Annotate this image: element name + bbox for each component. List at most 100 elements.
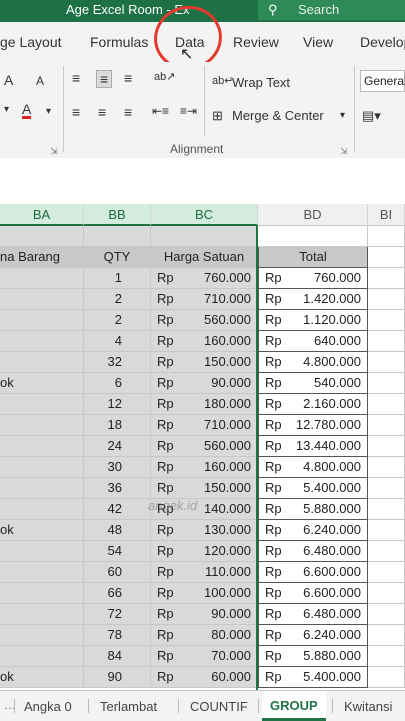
grid-cell[interactable] xyxy=(368,667,405,688)
cell-name[interactable] xyxy=(0,394,84,415)
column-header-bc[interactable]: BC xyxy=(151,204,258,226)
column-header-be[interactable]: BI xyxy=(368,204,405,226)
cell-price[interactable]: Rp 90.000 xyxy=(151,604,258,625)
cell-total[interactable]: Rp 760.000 xyxy=(258,268,368,289)
cell-name[interactable]: ok xyxy=(0,667,84,688)
column-header-bd[interactable]: BD xyxy=(258,204,368,226)
decrease-indent-icon[interactable]: ⇤≡ xyxy=(152,104,169,118)
sheet-tab-kwitansi[interactable]: Kwitansi xyxy=(344,699,392,714)
grid-cell[interactable] xyxy=(368,562,405,583)
cell-name[interactable] xyxy=(0,310,84,331)
grid-cell[interactable] xyxy=(368,247,405,268)
cell-qty[interactable]: 18 xyxy=(84,415,151,436)
grid-cell[interactable] xyxy=(368,226,405,247)
align-bottom-icon[interactable]: ≡ xyxy=(124,70,132,86)
font-color-button[interactable]: A xyxy=(22,102,32,119)
grid-cell[interactable] xyxy=(368,499,405,520)
grid-cell[interactable] xyxy=(368,541,405,562)
cell-total[interactable]: Rp 13.440.000 xyxy=(258,436,368,457)
sheet-tab-countif[interactable]: COUNTIF xyxy=(190,699,248,714)
grid-cell[interactable] xyxy=(258,226,368,247)
cell-total[interactable]: Rp 540.000 xyxy=(258,373,368,394)
worksheet-grid[interactable]: na Barang QTY Harga Satuan Total 1 Rp 760.000 R… xyxy=(0,226,405,690)
cell-qty[interactable]: 54 xyxy=(84,541,151,562)
cell-name[interactable] xyxy=(0,646,84,667)
grid-cell[interactable] xyxy=(151,226,258,247)
grid-cell[interactable] xyxy=(368,394,405,415)
cell-name[interactable] xyxy=(0,268,84,289)
cell-qty[interactable]: 78 xyxy=(84,625,151,646)
column-header-ba[interactable]: BA xyxy=(0,204,84,226)
merge-dropdown-icon[interactable]: ▾ xyxy=(340,110,345,121)
cell-name[interactable] xyxy=(0,562,84,583)
cell-price[interactable]: Rp 760.000 xyxy=(151,268,258,289)
cell-price[interactable]: Rp 180.000 xyxy=(151,394,258,415)
cell-name[interactable] xyxy=(0,331,84,352)
cell-price[interactable]: Rp 70.000 xyxy=(151,646,258,667)
table-header-total[interactable]: Total xyxy=(258,247,368,268)
cell-price[interactable]: Rp 160.000 xyxy=(151,331,258,352)
cell-qty[interactable]: 24 xyxy=(84,436,151,457)
align-right-icon[interactable]: ≡ xyxy=(124,104,132,120)
align-middle-icon[interactable]: ≡ xyxy=(96,70,113,88)
grid-cell[interactable] xyxy=(368,268,405,289)
cell-qty[interactable]: 4 xyxy=(84,331,151,352)
cell-price[interactable]: Rp 560.000 xyxy=(151,310,258,331)
sheet-tab-group[interactable]: GROUP xyxy=(262,691,326,721)
cell-price[interactable]: Rp 110.000 xyxy=(151,562,258,583)
cell-name[interactable] xyxy=(0,541,84,562)
cell-total[interactable]: Rp 640.000 xyxy=(258,331,368,352)
cell-qty[interactable]: 1 xyxy=(84,268,151,289)
cell-qty[interactable]: 12 xyxy=(84,394,151,415)
alignment-dialog-launcher-icon[interactable]: ⇲ xyxy=(340,146,348,157)
font-dialog-launcher-icon[interactable]: ⇲ xyxy=(50,146,58,157)
grid-cell[interactable] xyxy=(368,289,405,310)
cell-price[interactable]: Rp 80.000 xyxy=(151,625,258,646)
cell-total[interactable]: Rp 6.480.000 xyxy=(258,604,368,625)
cell-name[interactable] xyxy=(0,457,84,478)
cell-qty[interactable]: 72 xyxy=(84,604,151,625)
cell-total[interactable]: Rp 2.160.000 xyxy=(258,394,368,415)
cell-price[interactable]: Rp 160.000 xyxy=(151,457,258,478)
sheet-tab-terlambat[interactable]: Terlambat xyxy=(100,699,157,714)
cell-name[interactable] xyxy=(0,352,84,373)
wrap-text-button[interactable]: Wrap Text xyxy=(232,75,290,90)
cell-name[interactable]: ok xyxy=(0,520,84,541)
cell-total[interactable]: Rp 5.880.000 xyxy=(258,499,368,520)
cell-name[interactable] xyxy=(0,415,84,436)
align-left-icon[interactable]: ≡ xyxy=(72,104,80,120)
cell-qty[interactable]: 2 xyxy=(84,289,151,310)
accounting-format-icon[interactable]: ▤▾ xyxy=(362,108,381,124)
tab-page-layout[interactable]: ge Layout xyxy=(0,34,62,50)
search-box[interactable]: ⚲ Search xyxy=(258,0,405,20)
orientation-icon[interactable]: ab↗ xyxy=(154,70,175,83)
cell-name[interactable] xyxy=(0,625,84,646)
cell-name[interactable] xyxy=(0,604,84,625)
cell-qty[interactable]: 2 xyxy=(84,310,151,331)
cell-total[interactable]: Rp 6.600.000 xyxy=(258,562,368,583)
tab-review[interactable]: Review xyxy=(233,34,279,50)
cell-name[interactable] xyxy=(0,583,84,604)
grid-cell[interactable] xyxy=(368,352,405,373)
align-top-icon[interactable]: ≡ xyxy=(72,70,80,86)
cell-price[interactable]: Rp 120.000 xyxy=(151,541,258,562)
cell-price[interactable]: Rp 130.000 xyxy=(151,520,258,541)
grid-cell[interactable] xyxy=(368,373,405,394)
cell-total[interactable]: Rp 6.240.000 xyxy=(258,520,368,541)
tab-view[interactable]: View xyxy=(303,34,333,50)
tab-developer[interactable]: Develop xyxy=(360,34,405,50)
cell-price[interactable]: Rp 60.000 xyxy=(151,667,258,688)
cell-price[interactable]: Rp 150.000 xyxy=(151,478,258,499)
cell-total[interactable]: Rp 6.480.000 xyxy=(258,541,368,562)
cell-name[interactable] xyxy=(0,499,84,520)
merge-center-button[interactable]: Merge & Center xyxy=(232,108,324,123)
cell-qty[interactable]: 84 xyxy=(84,646,151,667)
cell-total[interactable]: Rp 5.400.000 xyxy=(258,667,368,688)
cell-name[interactable] xyxy=(0,436,84,457)
cell-price[interactable]: Rp 710.000 xyxy=(151,415,258,436)
font-color-dropdown-icon[interactable]: ▾ xyxy=(46,106,51,117)
sheet-tab-angka0[interactable]: Angka 0 xyxy=(24,699,72,714)
cell-total[interactable]: Rp 4.800.000 xyxy=(258,457,368,478)
cell-total[interactable]: Rp 6.240.000 xyxy=(258,625,368,646)
table-header-qty[interactable]: QTY xyxy=(84,247,151,268)
